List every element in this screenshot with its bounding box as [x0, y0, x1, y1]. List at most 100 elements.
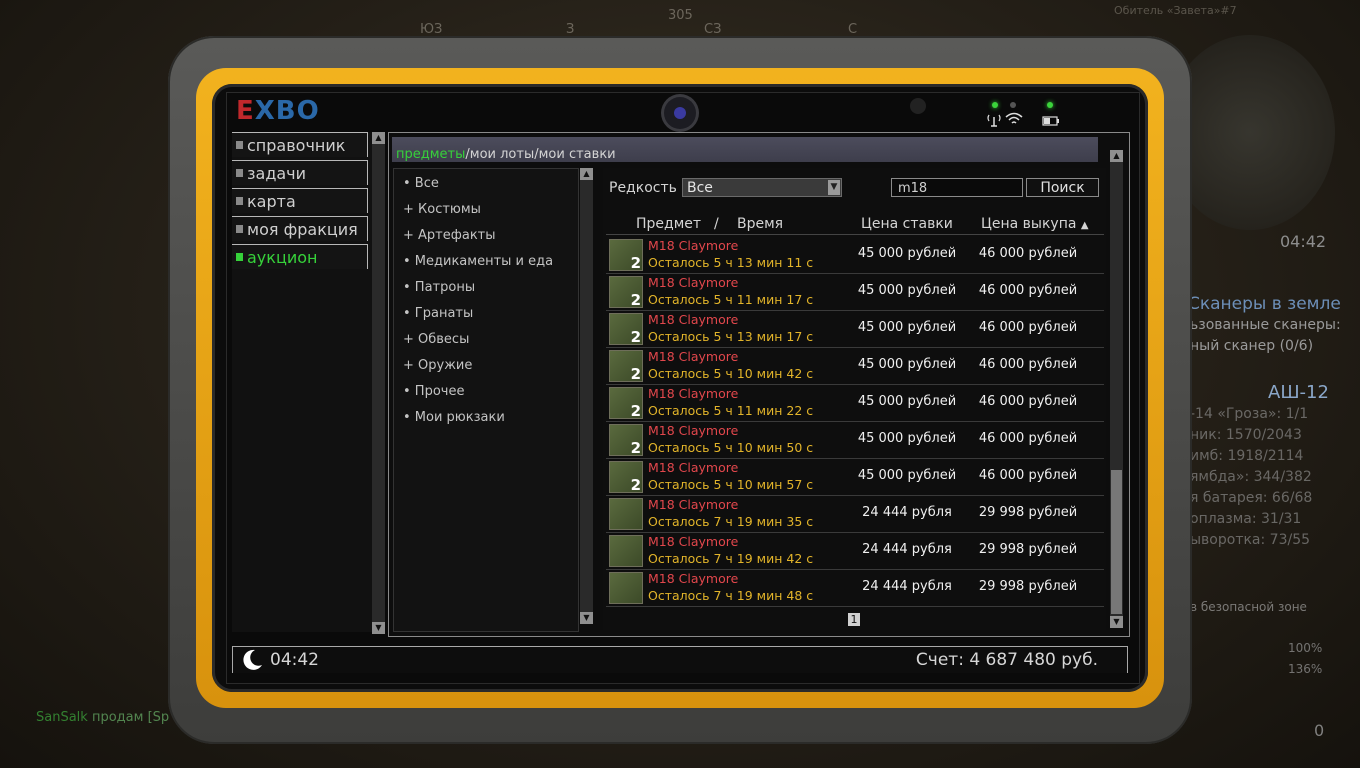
- camera-icon: [664, 97, 696, 129]
- search-input[interactable]: m18: [891, 178, 1023, 197]
- column-header-buyout-label: Цена выкупа: [981, 216, 1077, 232]
- column-header-buyout[interactable]: Цена выкупа ▲: [981, 216, 1089, 232]
- table-row[interactable]: 2 M18 Claymore Осталось 5 ч 11 мин 22 с 45 …: [606, 385, 1104, 422]
- hud-zone: в безопасной зоне: [1190, 600, 1307, 614]
- header-divider: [606, 234, 1104, 235]
- category-artifacts[interactable]: + Артефакты: [403, 228, 496, 243]
- rarity-value: Все: [687, 180, 713, 196]
- column-header-item[interactable]: Предмет: [636, 216, 701, 232]
- item-name: M18 Claymore: [648, 423, 739, 438]
- bid-price: 45 000 рублей: [857, 431, 957, 446]
- category-attachments[interactable]: + Обвесы: [403, 332, 469, 347]
- scroll-thumb[interactable]: [1111, 470, 1122, 614]
- battery-led-icon: [1047, 102, 1053, 108]
- hud-stat: -14 «Гроза»: 1/1: [1190, 406, 1309, 422]
- search-button[interactable]: Поиск: [1026, 178, 1099, 197]
- sidebar-item-label: карта: [247, 191, 296, 211]
- compass-w: З: [566, 22, 575, 37]
- hud-bar-value: 100%: [1288, 641, 1323, 655]
- bid-price: 24 444 рубля: [862, 542, 952, 557]
- category-weapons[interactable]: + Оружие: [403, 358, 472, 373]
- hud-stat: ямбда»: 344/382: [1190, 469, 1312, 485]
- tab-items[interactable]: предметы: [396, 147, 465, 162]
- table-row[interactable]: 2 M18 Claymore Осталось 5 ч 10 мин 50 с 45 …: [606, 422, 1104, 459]
- tab-my-bids[interactable]: мои ставки: [539, 147, 616, 162]
- table-row[interactable]: M18 Claymore Осталось 7 ч 19 мин 35 с 24 4…: [606, 496, 1104, 533]
- scroll-up-icon[interactable]: ▲: [372, 132, 385, 144]
- category-ammo[interactable]: • Патроны: [403, 280, 475, 295]
- hud-count: 0: [1314, 721, 1325, 740]
- rarity-label: Редкость: [609, 180, 677, 196]
- bid-price: 45 000 рублей: [857, 357, 957, 372]
- table-row[interactable]: 2 M18 Claymore Осталось 5 ч 10 мин 57 с 45 …: [606, 459, 1104, 496]
- item-name: M18 Claymore: [648, 312, 739, 327]
- tabs: предметы/мои лоты/мои ставки: [396, 147, 616, 162]
- scroll-up-icon[interactable]: ▲: [1110, 150, 1123, 162]
- moon-icon: [240, 648, 264, 678]
- item-name: M18 Claymore: [648, 460, 739, 475]
- item-name: M18 Claymore: [648, 238, 739, 253]
- battery-icon: [1042, 115, 1060, 129]
- hud-stat: ник: 1570/2043: [1190, 427, 1302, 443]
- chat-text: продам [Sp: [91, 710, 170, 725]
- sensor-icon: [910, 98, 926, 114]
- bullet-icon: [236, 197, 243, 205]
- logo-rest: XBO: [254, 96, 320, 126]
- compass-n: С: [848, 22, 858, 37]
- claymore-item-icon: 2: [609, 239, 643, 272]
- buyout-price: 29 998 рублей: [978, 579, 1078, 594]
- column-header-bid[interactable]: Цена ставки: [861, 216, 953, 232]
- claymore-item-icon: 2: [609, 387, 643, 420]
- time-left: Осталось 5 ч 13 мин 11 с: [648, 255, 814, 270]
- tab-my-lots[interactable]: мои лоты: [470, 147, 534, 162]
- table-row[interactable]: M18 Claymore Осталось 7 ч 19 мин 42 с 24 4…: [606, 533, 1104, 570]
- scroll-down-icon[interactable]: ▼: [372, 622, 385, 634]
- time-left: Осталось 5 ч 11 мин 22 с: [648, 403, 814, 418]
- sidebar-item-tasks[interactable]: задачи: [232, 160, 368, 185]
- chat-name: SanSalk: [36, 710, 88, 725]
- page-number[interactable]: 1: [848, 613, 860, 626]
- bid-price: 24 444 рубля: [862, 579, 952, 594]
- sidebar-item-map[interactable]: карта: [232, 188, 368, 213]
- hud-stat: ыворотка: 73/55: [1190, 532, 1311, 548]
- category-other[interactable]: • Прочее: [403, 384, 464, 399]
- bullet-icon: [236, 225, 243, 233]
- compass-nw: СЗ: [704, 22, 722, 37]
- sidebar-scrollbar[interactable]: [372, 132, 385, 634]
- bullet-icon: [236, 169, 243, 177]
- scroll-up-icon[interactable]: ▲: [580, 168, 593, 180]
- claymore-item-icon: 2: [609, 276, 643, 309]
- sidebar-item-faction[interactable]: моя фракция: [232, 216, 368, 241]
- item-name: M18 Claymore: [648, 534, 739, 549]
- category-suits[interactable]: + Костюмы: [403, 202, 481, 217]
- scroll-down-icon[interactable]: ▼: [580, 612, 593, 624]
- bid-price: 24 444 рубля: [862, 505, 952, 520]
- hud-time: 04:42: [1280, 232, 1327, 251]
- time-left: Осталось 7 ч 19 мин 42 с: [648, 551, 814, 566]
- table-row[interactable]: 2 M18 Claymore Осталось 5 ч 11 мин 17 с 45 …: [606, 274, 1104, 311]
- category-backpacks[interactable]: • Мои рюкзаки: [403, 410, 505, 425]
- wifi-icon: [1005, 112, 1023, 129]
- claymore-item-icon: 2: [609, 461, 643, 494]
- column-header-time[interactable]: Время: [737, 216, 783, 232]
- category-medicine[interactable]: • Медикаменты и еда: [403, 254, 553, 269]
- sidebar-item-label: справочник: [247, 135, 346, 155]
- bullet-icon: [236, 141, 243, 149]
- table-row[interactable]: 2 M18 Claymore Осталось 5 ч 13 мин 11 с 45 …: [606, 237, 1104, 274]
- table-row[interactable]: 2 M18 Claymore Осталось 5 ч 10 мин 42 с 45 …: [606, 348, 1104, 385]
- rarity-select[interactable]: Все ▼: [682, 178, 842, 197]
- time-left: Осталось 5 ч 13 мин 17 с: [648, 329, 814, 344]
- account-balance: Счет: 4 687 480 руб.: [915, 650, 1098, 670]
- time-left: Осталось 7 ч 19 мин 35 с: [648, 514, 814, 529]
- location-label: Обитель «Завета»#7: [1114, 4, 1237, 17]
- category-all[interactable]: • Все: [403, 176, 439, 191]
- status-led-icon: [1010, 102, 1016, 108]
- scroll-down-icon[interactable]: ▼: [1110, 616, 1123, 628]
- hud-stat: оплазма: 31/31: [1190, 511, 1302, 527]
- table-row[interactable]: M18 Claymore Осталось 7 ч 19 мин 48 с 24 4…: [606, 570, 1104, 607]
- table-row[interactable]: 2 M18 Claymore Осталось 5 ч 13 мин 17 с 45 …: [606, 311, 1104, 348]
- category-grenades[interactable]: • Гранаты: [403, 306, 473, 321]
- category-scrollbar[interactable]: [580, 168, 593, 624]
- sidebar-item-reference[interactable]: справочник: [232, 132, 368, 157]
- sidebar-item-auction[interactable]: аукцион: [232, 244, 368, 269]
